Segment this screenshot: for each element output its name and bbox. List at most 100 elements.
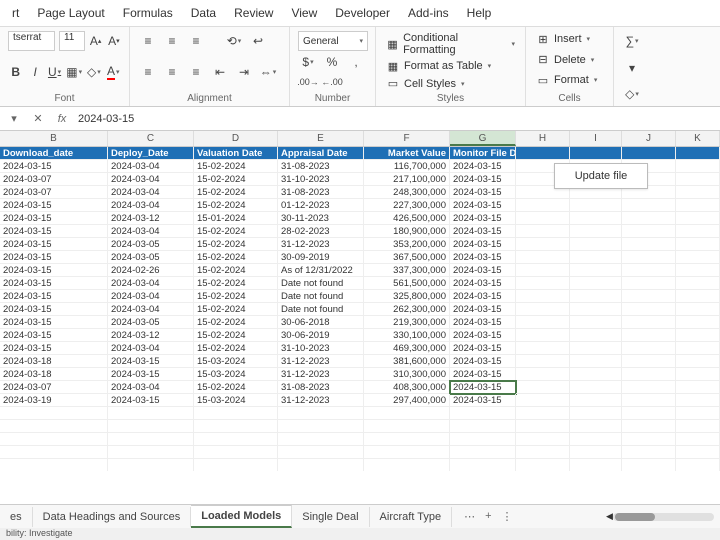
cell[interactable]: 381,600,000 <box>364 355 450 368</box>
cell[interactable]: 31-08-2023 <box>278 381 364 394</box>
cell[interactable] <box>516 355 570 368</box>
cell[interactable] <box>570 316 622 329</box>
align-bottom-icon[interactable]: ≡ <box>186 31 206 51</box>
cell[interactable] <box>676 329 720 342</box>
spreadsheet-grid[interactable]: BCDEFGHIJK Download_dateDeploy_DateValua… <box>0 131 720 471</box>
cell[interactable]: 2024-03-12 <box>108 329 194 342</box>
cell[interactable]: 2024-03-04 <box>108 290 194 303</box>
decrease-decimal-icon[interactable]: ←.00 <box>322 72 342 92</box>
cell[interactable]: 15-02-2024 <box>194 238 278 251</box>
cell[interactable] <box>516 277 570 290</box>
cell[interactable]: 2024-03-15 <box>450 316 516 329</box>
cell[interactable]: 180,900,000 <box>364 225 450 238</box>
cell[interactable]: 15-02-2024 <box>194 329 278 342</box>
cell[interactable] <box>622 238 676 251</box>
cell[interactable]: 2024-03-15 <box>450 212 516 225</box>
sheet-tab[interactable]: Single Deal <box>292 507 369 527</box>
tab-menu-icon[interactable]: ⋯ <box>464 510 475 523</box>
cell[interactable] <box>516 329 570 342</box>
cell[interactable]: 469,300,000 <box>364 342 450 355</box>
add-sheet-icon[interactable]: + <box>485 510 491 523</box>
cell[interactable]: 15-02-2024 <box>194 186 278 199</box>
cell[interactable]: 217,100,000 <box>364 173 450 186</box>
cell[interactable]: 2024-03-07 <box>0 381 108 394</box>
cell[interactable]: 2024-03-15 <box>0 303 108 316</box>
cell[interactable] <box>676 355 720 368</box>
col-header-B[interactable]: B <box>0 131 108 146</box>
cell[interactable]: 15-02-2024 <box>194 303 278 316</box>
cell[interactable] <box>676 264 720 277</box>
cell[interactable]: 2024-03-15 <box>450 381 516 394</box>
cell[interactable]: 2024-03-15 <box>108 355 194 368</box>
cell[interactable]: 15-02-2024 <box>194 381 278 394</box>
cell[interactable]: 31-08-2023 <box>278 186 364 199</box>
cell[interactable]: 2024-03-15 <box>450 277 516 290</box>
cell[interactable]: 2024-03-15 <box>0 329 108 342</box>
cell[interactable] <box>676 238 720 251</box>
cell[interactable]: 2024-03-15 <box>0 238 108 251</box>
sheet-tab[interactable]: Data Headings and Sources <box>33 507 192 527</box>
cell[interactable]: 2024-03-15 <box>0 290 108 303</box>
cell[interactable]: 31-10-2023 <box>278 342 364 355</box>
cell[interactable] <box>570 342 622 355</box>
cell[interactable] <box>676 199 720 212</box>
cell[interactable] <box>622 212 676 225</box>
align-center-icon[interactable]: ≡ <box>162 62 182 82</box>
cell[interactable] <box>676 225 720 238</box>
cell[interactable]: 15-02-2024 <box>194 342 278 355</box>
cell[interactable] <box>516 342 570 355</box>
bold-icon[interactable]: B <box>8 62 23 82</box>
menu-formulas[interactable]: Formulas <box>123 6 173 20</box>
cell[interactable]: 15-03-2024 <box>194 355 278 368</box>
cell[interactable]: 2024-03-15 <box>0 160 108 173</box>
cell[interactable]: 31-08-2023 <box>278 160 364 173</box>
cell[interactable] <box>570 368 622 381</box>
table-header-cell[interactable]: Monitor File Date <box>450 147 516 160</box>
col-header-H[interactable]: H <box>516 131 570 146</box>
cell[interactable] <box>622 355 676 368</box>
cell[interactable] <box>570 251 622 264</box>
cell[interactable]: 330,100,000 <box>364 329 450 342</box>
cell[interactable]: 297,400,000 <box>364 394 450 407</box>
cell[interactable] <box>622 225 676 238</box>
cell[interactable]: 2024-03-04 <box>108 199 194 212</box>
cell[interactable]: 2024-03-15 <box>450 303 516 316</box>
cell[interactable]: 15-01-2024 <box>194 212 278 225</box>
cell[interactable]: 2024-03-15 <box>450 225 516 238</box>
cell[interactable] <box>516 303 570 316</box>
cell[interactable]: 2024-03-19 <box>0 394 108 407</box>
cell[interactable]: 15-02-2024 <box>194 173 278 186</box>
merge-icon[interactable]: ⇔▾ <box>258 62 278 82</box>
delete-button[interactable]: ⊟Delete▾ <box>534 52 605 68</box>
tabs-options-icon[interactable]: ⋮ <box>502 510 513 523</box>
col-header-I[interactable]: I <box>570 131 622 146</box>
cell[interactable]: 15-02-2024 <box>194 199 278 212</box>
cell[interactable]: 30-09-2019 <box>278 251 364 264</box>
currency-icon[interactable]: $▾ <box>298 52 318 72</box>
cell[interactable] <box>676 368 720 381</box>
cell[interactable]: 2024-03-05 <box>108 316 194 329</box>
cell[interactable]: 248,300,000 <box>364 186 450 199</box>
border-icon[interactable]: ▦▾ <box>66 62 82 82</box>
cell[interactable] <box>676 290 720 303</box>
cell[interactable]: Date not found <box>278 303 364 316</box>
cell[interactable]: 30-11-2023 <box>278 212 364 225</box>
menu-review[interactable]: Review <box>234 6 273 20</box>
cell[interactable]: 337,300,000 <box>364 264 450 277</box>
cell[interactable]: 2024-03-15 <box>108 394 194 407</box>
increase-decimal-icon[interactable]: .00→ <box>298 72 318 92</box>
cell[interactable]: 31-12-2023 <box>278 355 364 368</box>
cell[interactable]: 2024-03-12 <box>108 212 194 225</box>
cell[interactable]: 367,500,000 <box>364 251 450 264</box>
cell[interactable]: As of 12/31/2022 <box>278 264 364 277</box>
cell[interactable]: 408,300,000 <box>364 381 450 394</box>
cell[interactable]: 31-12-2023 <box>278 368 364 381</box>
cell[interactable]: 30-06-2018 <box>278 316 364 329</box>
align-right-icon[interactable]: ≡ <box>186 62 206 82</box>
increase-font-icon[interactable]: A▴ <box>89 31 103 51</box>
number-format-select[interactable]: General▾ <box>298 31 368 51</box>
cell[interactable]: Date not found <box>278 290 364 303</box>
cell[interactable]: 2024-03-15 <box>450 238 516 251</box>
horizontal-scrollbar[interactable]: ◀ <box>600 511 720 523</box>
update-file-button[interactable]: Update file <box>554 163 648 189</box>
